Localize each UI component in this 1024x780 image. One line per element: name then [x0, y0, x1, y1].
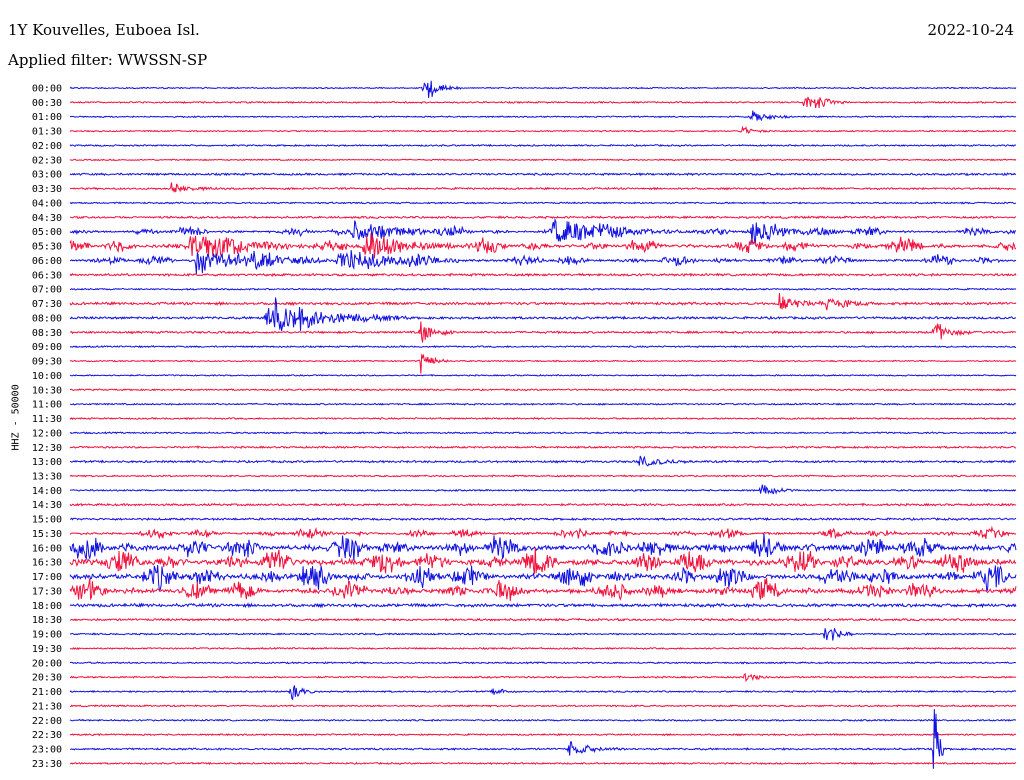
trace-row [69, 732, 1017, 737]
trace-row [69, 287, 1017, 291]
row-time-label: 20:30 [32, 673, 62, 684]
trace-row [69, 125, 1017, 134]
trace-row [69, 577, 1017, 602]
trace-row [69, 718, 1017, 722]
trace-row [69, 431, 1017, 435]
trace-row [69, 516, 1017, 522]
trace-row [69, 484, 1017, 495]
row-time-label: 11:00 [32, 400, 62, 411]
row-time-label: 18:30 [32, 615, 62, 626]
trace-row [69, 502, 1017, 507]
row-time-label: 16:30 [32, 558, 62, 569]
row-time-label: 22:30 [32, 730, 62, 741]
row-time-label: 13:00 [32, 457, 62, 468]
trace-row [69, 345, 1017, 349]
trace-row [69, 353, 1017, 374]
row-time-label: 09:30 [32, 357, 62, 368]
row-time-label: 17:30 [32, 586, 62, 597]
row-time-label: 08:30 [32, 328, 62, 339]
row-time-label: 13:30 [32, 471, 62, 482]
row-time-label: 00:00 [32, 84, 62, 95]
trace-row [69, 547, 1017, 575]
row-time-label: 07:30 [32, 299, 62, 310]
trace-row [69, 272, 1017, 278]
row-time-label: 10:30 [32, 385, 62, 396]
row-time-label: 00:30 [32, 98, 62, 109]
trace-row [69, 373, 1017, 377]
row-time-label: 03:30 [32, 184, 62, 195]
trace-row [69, 704, 1017, 708]
row-time-label: 02:30 [32, 155, 62, 166]
row-time-label: 15:00 [32, 515, 62, 526]
trace-row [69, 474, 1017, 478]
row-time-label: 16:00 [32, 543, 62, 554]
trace-row [69, 445, 1017, 450]
row-time-label: 21:00 [32, 687, 62, 698]
trace-row [69, 321, 1017, 343]
trace-row [70, 96, 1017, 109]
trace-row [70, 628, 1017, 641]
trace-row [69, 110, 1017, 122]
trace-row [69, 143, 1017, 148]
trace-row [69, 80, 1017, 99]
trace-row [69, 172, 1017, 177]
trace-row [70, 388, 1017, 392]
row-time-label: 01:30 [32, 127, 62, 138]
row-time-label: 15:30 [32, 529, 62, 540]
row-time-label: 08:00 [32, 313, 62, 324]
row-time-label: 14:00 [32, 486, 62, 497]
row-time-label: 04:30 [32, 213, 62, 224]
trace-row [69, 215, 1017, 220]
row-time-label: 23:00 [32, 745, 62, 756]
row-time-label: 22:00 [32, 716, 62, 727]
row-time-label: 06:30 [32, 270, 62, 281]
row-time-label: 21:30 [32, 701, 62, 712]
trace-row [69, 455, 1017, 467]
trace-row [69, 292, 1017, 311]
row-time-label: 14:30 [32, 500, 62, 511]
trace-row [69, 661, 1017, 665]
trace-row [69, 217, 1017, 245]
trace-row [69, 617, 1017, 622]
trace-row [69, 525, 1017, 540]
trace-row [69, 250, 1017, 274]
row-time-label: 06:00 [32, 256, 62, 267]
helicorder-plot: 00:00 00:30 01:00 01:30 02:00 02:30 03:00 03:30… [32, 80, 1017, 770]
row-time-label: 02:00 [32, 141, 62, 152]
trace-row [70, 709, 1017, 769]
trace-row [69, 602, 1017, 609]
trace-row [69, 297, 1017, 331]
row-time-label: 03:00 [32, 170, 62, 181]
row-time-label: 01:00 [32, 112, 62, 123]
row-time-label: 11:30 [32, 414, 62, 425]
trace-row [69, 416, 1017, 421]
row-time-label: 05:30 [32, 242, 62, 253]
row-time-label: 05:00 [32, 227, 62, 238]
trace-row [69, 402, 1017, 406]
trace-row [70, 182, 1017, 193]
trace-row [69, 672, 1017, 683]
row-time-label: 19:30 [32, 644, 62, 655]
trace-row [69, 233, 1016, 259]
row-time-label: 12:00 [32, 428, 62, 439]
row-time-label: 07:00 [32, 285, 62, 296]
trace-row [70, 761, 1017, 766]
row-time-label: 19:00 [32, 630, 62, 641]
row-time-label: 20:00 [32, 658, 62, 669]
trace-row [69, 201, 1017, 205]
trace-row [69, 685, 1017, 701]
row-time-label: 10:00 [32, 371, 62, 382]
trace-row [69, 533, 1017, 561]
row-time-label: 18:00 [32, 601, 62, 612]
trace-row [69, 646, 1017, 651]
trace-row [69, 158, 1017, 162]
row-time-label: 04:00 [32, 198, 62, 209]
row-time-label: 17:00 [32, 572, 62, 583]
row-time-label: 09:00 [32, 342, 62, 353]
row-time-label: 12:30 [32, 443, 62, 454]
row-time-label: 23:30 [32, 759, 62, 770]
